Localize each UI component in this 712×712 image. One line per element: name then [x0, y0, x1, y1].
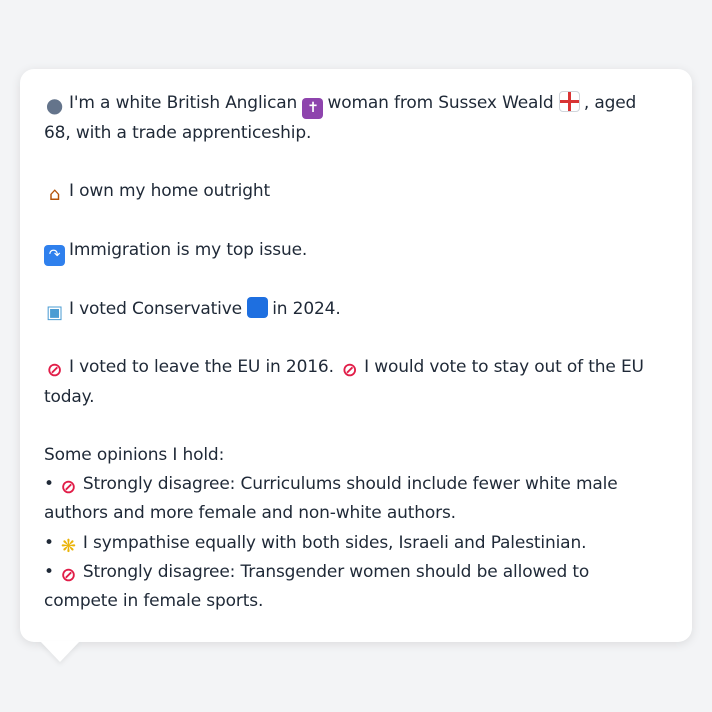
- intro-text-a: I'm a white British Anglican: [69, 93, 298, 113]
- england-flag-icon: [558, 91, 580, 112]
- opinion-item: • ⊘ Strongly disagree: Transgender women s…: [44, 558, 668, 616]
- vote-paragraph: ▣ I voted Conservative in 2024.: [44, 295, 668, 324]
- vote-text-a: I voted Conservative: [69, 298, 242, 319]
- bullet: •: [44, 561, 54, 582]
- ballot-box-icon: ▣: [46, 301, 63, 323]
- intro-text-b: woman from Sussex Weald: [327, 93, 554, 113]
- opinions-heading: Some opinions I hold:: [44, 444, 225, 465]
- vote-text-b: in 2024.: [272, 298, 341, 319]
- eu-text-a: I voted to leave the EU in 2016.: [69, 357, 334, 378]
- person-silhouette-icon: ●: [45, 93, 64, 117]
- home-text: I own my home outright: [69, 181, 271, 202]
- bullet: •: [44, 532, 54, 553]
- prohibited-icon: ⊘: [46, 359, 63, 382]
- opinion-item: • ⊘ Strongly disagree: Curriculums should …: [44, 470, 668, 528]
- issue-paragraph: ↷ Immigration is my top issue.: [44, 236, 668, 266]
- opinions-section: Some opinions I hold: • ⊘ Strongly disagre…: [44, 441, 668, 616]
- house-icon: ⌂: [48, 184, 61, 206]
- prohibited-icon: ⊘: [60, 563, 77, 586]
- opinion-text: Strongly disagree: Transgender women sho…: [44, 561, 590, 611]
- eu-paragraph: ⊘ I voted to leave the EU in 2016. ⊘ I wou…: [44, 353, 668, 411]
- opinion-text: I sympathise equally with both sides, Is…: [82, 532, 587, 553]
- chat-message-bubble: ● I'm a white British Anglican ✝ woman fro…: [20, 69, 692, 642]
- intro-paragraph: ● I'm a white British Anglican ✝ woman fro…: [44, 89, 668, 148]
- issue-text: Immigration is my top issue.: [69, 239, 308, 260]
- latin-cross-icon: ✝: [302, 98, 324, 119]
- opinion-text: Strongly disagree: Curriculums should in…: [44, 474, 618, 524]
- handshake-icon: ❋: [60, 535, 76, 557]
- opinion-item: • ❋ I sympathise equally with both sides, …: [44, 529, 668, 558]
- bubble-tail: [40, 641, 80, 662]
- bullet: •: [44, 474, 54, 495]
- passport-control-icon: ↷: [44, 244, 65, 266]
- prohibited-icon: ⊘: [341, 359, 358, 382]
- blue-square-icon: [247, 296, 269, 318]
- prohibited-icon: ⊘: [60, 476, 77, 499]
- home-paragraph: ⌂ I own my home outright: [44, 177, 668, 206]
